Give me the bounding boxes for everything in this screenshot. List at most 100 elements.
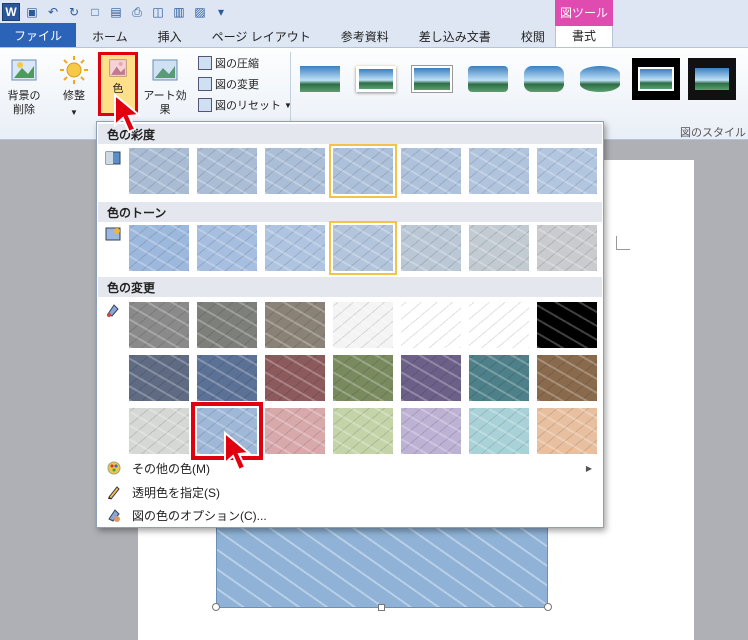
tab-references[interactable]: 参考資料 (327, 25, 403, 47)
color-option-thumbnail[interactable] (401, 408, 461, 454)
compress-icon (198, 56, 212, 70)
color-option-thumbnail[interactable] (469, 302, 529, 348)
tab-review[interactable]: 校閲 (507, 25, 559, 47)
tab-format[interactable]: 書式 (555, 23, 613, 47)
tab-file[interactable]: ファイル (0, 23, 77, 47)
open-icon[interactable]: ▤ (107, 3, 125, 21)
style-preview (580, 66, 620, 92)
recolor-header: 色の変更 (98, 277, 602, 297)
color-option-thumbnail[interactable] (333, 355, 393, 401)
artistic-effects-icon (152, 59, 178, 81)
color-option-thumbnail[interactable] (197, 225, 257, 271)
submenu-arrow-icon: ▶ (585, 463, 592, 473)
remove-background-label: 背景の 削除 (7, 90, 41, 116)
preview-icon[interactable]: ◫ (149, 3, 167, 21)
saturation-icon (105, 151, 121, 165)
print-icon[interactable]: ⎙ (128, 3, 146, 21)
color-option-thumbnail[interactable] (537, 302, 597, 348)
word-app-icon[interactable]: W (2, 3, 20, 21)
resize-handle[interactable] (212, 603, 220, 611)
tab-home[interactable]: ホーム (78, 25, 142, 47)
remove-background-icon (11, 59, 37, 81)
margin-corner-mark (616, 236, 630, 250)
undo-icon[interactable]: ↶ (44, 3, 62, 21)
style-preview (524, 66, 564, 92)
color-option-thumbnail[interactable] (469, 148, 529, 194)
style-thumbnail[interactable] (688, 58, 736, 100)
recolor-row (129, 402, 597, 460)
color-option-thumbnail[interactable] (129, 302, 189, 348)
artistic-effects-label: アート効果 (143, 90, 187, 116)
color-option-thumbnail[interactable] (469, 355, 529, 401)
tab-insert[interactable]: 挿入 (144, 25, 196, 47)
style-preview (468, 66, 508, 92)
style-thumbnail[interactable] (576, 58, 624, 100)
color-dropdown-menu: 色の彩度 色のトーン 色の変更 その他の色(M) ▶ 透明色を指定(S) 図の色… (96, 121, 604, 528)
selected-picture[interactable] (216, 520, 548, 608)
remove-background-button[interactable]: 背景の 削除 (4, 48, 44, 117)
picture-tools-header: 図ツール (555, 0, 613, 24)
resize-handle[interactable] (544, 603, 552, 611)
color-option-thumbnail[interactable] (401, 225, 461, 271)
style-thumbnail[interactable] (520, 58, 568, 100)
color-option-thumbnail[interactable] (537, 225, 597, 271)
saturation-row (129, 144, 597, 198)
color-option-thumbnail[interactable] (265, 302, 325, 348)
color-option-thumbnail[interactable] (129, 408, 189, 454)
change-picture-button[interactable]: 図の変更 (198, 75, 292, 93)
color-option-thumbnail[interactable] (537, 355, 597, 401)
corrections-button[interactable]: 修整 ▼ (54, 48, 94, 120)
color-option-thumbnail[interactable] (469, 225, 529, 271)
color-option-thumbnail[interactable] (333, 302, 393, 348)
style-preview (356, 66, 396, 92)
style-thumbnail[interactable] (464, 58, 512, 100)
new-doc-icon[interactable]: □ (86, 3, 104, 21)
style-preview (695, 68, 729, 90)
picture-color-options-item[interactable]: 図の色のオプション(C)... (98, 504, 602, 526)
color-options-label: 図の色のオプション(C)... (132, 508, 267, 523)
style-thumbnail[interactable] (352, 58, 400, 100)
color-option-thumbnail[interactable] (265, 355, 325, 401)
color-option-thumbnail[interactable] (329, 144, 397, 198)
more-colors-item[interactable]: その他の色(M) ▶ (98, 457, 602, 479)
save-icon[interactable]: ▣ (23, 3, 41, 21)
color-option-thumbnail[interactable] (197, 148, 257, 194)
more-colors-label: その他の色(M) (132, 461, 210, 476)
color-option-thumbnail[interactable] (469, 408, 529, 454)
color-option-thumbnail[interactable] (265, 148, 325, 194)
set-transparent-label: 透明色を指定(S) (132, 485, 220, 500)
color-option-thumbnail[interactable] (265, 408, 325, 454)
color-option-thumbnail[interactable] (537, 408, 597, 454)
customize-qat-icon[interactable]: ▾ (212, 3, 230, 21)
folder-icon[interactable]: ▥ (170, 3, 188, 21)
redo-icon[interactable]: ↻ (65, 3, 83, 21)
color-option-thumbnail[interactable] (129, 225, 189, 271)
resize-handle[interactable] (378, 604, 385, 611)
color-option-thumbnail[interactable] (401, 148, 461, 194)
color-option-thumbnail[interactable] (197, 355, 257, 401)
color-option-thumbnail[interactable] (401, 355, 461, 401)
style-thumbnail[interactable] (632, 58, 680, 100)
sun-icon (60, 56, 88, 84)
recolor-icon (107, 304, 119, 317)
tab-mailings[interactable]: 差し込み文書 (405, 25, 505, 47)
color-option-thumbnail[interactable] (129, 148, 189, 194)
style-thumbnail[interactable] (408, 58, 456, 100)
color-icon (109, 59, 127, 77)
color-option-thumbnail[interactable] (333, 408, 393, 454)
color-option-thumbnail[interactable] (401, 302, 461, 348)
picture-icon[interactable]: ▨ (191, 3, 209, 21)
color-option-thumbnail[interactable] (537, 148, 597, 194)
color-option-thumbnail[interactable] (265, 225, 325, 271)
reset-picture-button[interactable]: 図のリセット ▼ (198, 96, 292, 114)
set-transparent-color-item[interactable]: 透明色を指定(S) (98, 481, 602, 503)
tab-page-layout[interactable]: ページ レイアウト (198, 25, 325, 47)
color-option-thumbnail[interactable] (129, 355, 189, 401)
style-thumbnail[interactable] (296, 58, 344, 100)
ribbon-tabs: ファイル ホーム 挿入 ページ レイアウト 参考資料 差し込み文書 校閲 表示 … (0, 23, 748, 48)
color-option-thumbnail[interactable] (329, 221, 397, 275)
compress-pictures-button[interactable]: 図の圧縮 (198, 54, 292, 72)
chevron-down-icon: ▼ (70, 108, 78, 117)
pen-icon (108, 486, 120, 500)
color-option-thumbnail[interactable] (197, 302, 257, 348)
